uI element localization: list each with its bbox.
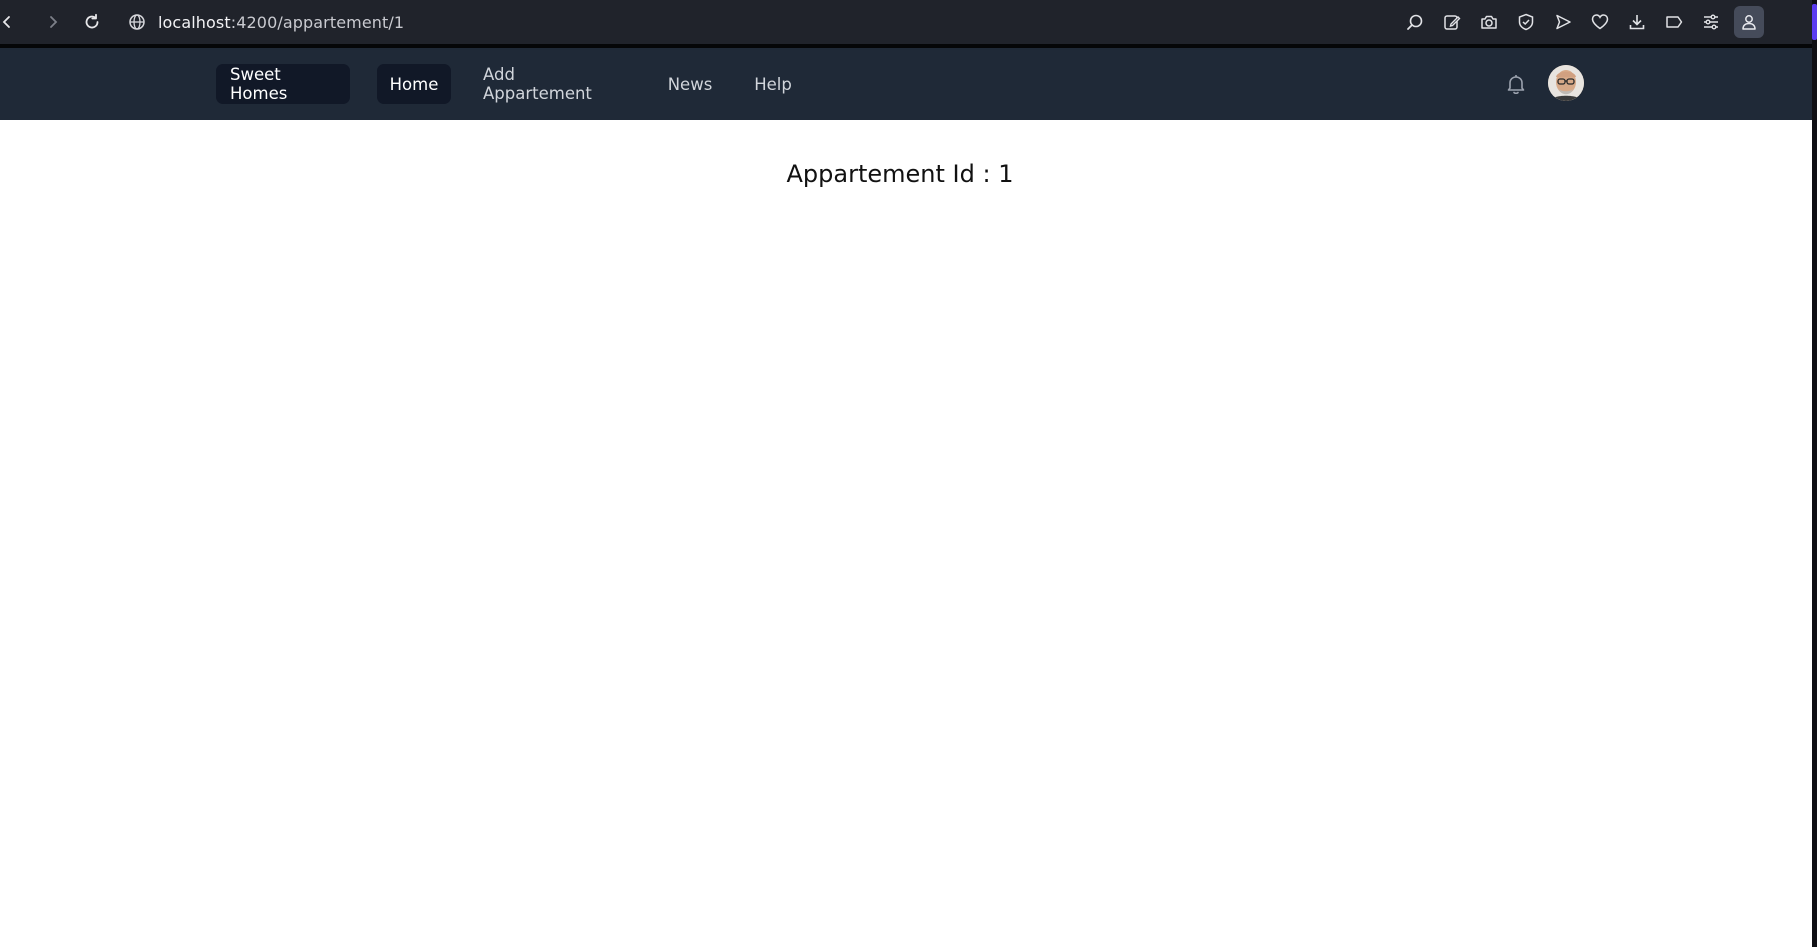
- browser-toolbar: localhost:4200/appartement/1: [0, 0, 1812, 44]
- page-heading: Appartement Id : 1: [786, 160, 1014, 188]
- accent-bar: [1812, 4, 1817, 40]
- nav-item-news[interactable]: News: [655, 64, 725, 104]
- nav-item-help[interactable]: Help: [742, 64, 804, 104]
- heart-tool-button[interactable]: [1586, 8, 1614, 36]
- nav-item-home[interactable]: Home: [377, 64, 451, 104]
- url-text: localhost:4200/appartement/1: [158, 13, 404, 32]
- tag-icon: [1666, 16, 1683, 28]
- tag-tool-button[interactable]: [1660, 8, 1688, 36]
- settings-icon: [1704, 14, 1718, 30]
- user-avatar[interactable]: [1548, 65, 1584, 101]
- back-button[interactable]: [0, 9, 20, 35]
- globe-icon: [129, 14, 145, 30]
- shield-tool-button[interactable]: [1512, 8, 1540, 36]
- back-icon: [2, 16, 10, 28]
- download-icon: [1629, 15, 1645, 30]
- nav-item-add-appartement[interactable]: Add Appartement: [469, 64, 638, 104]
- search-icon: [1407, 14, 1423, 30]
- settings-tool-button[interactable]: [1697, 8, 1725, 36]
- edit-tool-button[interactable]: [1438, 8, 1466, 36]
- heart-icon: [1591, 14, 1609, 30]
- notifications-button[interactable]: [1503, 71, 1529, 97]
- browser-tools: [1401, 6, 1764, 38]
- browser-window: localhost:4200/appartement/1 Sweet Homes…: [0, 0, 1812, 947]
- reload-icon: [85, 13, 99, 29]
- profile-icon: [1742, 15, 1756, 30]
- url-path: :4200/appartement/1: [230, 12, 405, 32]
- camera-tool-button[interactable]: [1475, 8, 1503, 36]
- app-navbar: Sweet Homes Home Add Appartement News He…: [0, 48, 1812, 120]
- avatar-image: [1548, 65, 1584, 101]
- forward-button[interactable]: [40, 9, 66, 35]
- camera-icon: [1481, 15, 1497, 29]
- reload-button[interactable]: [79, 9, 105, 35]
- window-edge: [1812, 0, 1817, 947]
- edit-icon: [1444, 15, 1461, 30]
- profile-button[interactable]: [1734, 6, 1764, 38]
- url-host: localhost: [158, 12, 231, 32]
- send-tool-button[interactable]: [1549, 8, 1577, 36]
- brand-link[interactable]: Sweet Homes: [216, 64, 350, 104]
- bell-icon: [1507, 75, 1525, 95]
- shield-icon: [1518, 13, 1534, 31]
- download-tool-button[interactable]: [1623, 8, 1651, 36]
- forward-icon: [50, 16, 58, 28]
- send-icon: [1556, 14, 1571, 30]
- address-bar[interactable]: localhost:4200/appartement/1: [128, 8, 404, 36]
- search-tool-button[interactable]: [1401, 8, 1429, 36]
